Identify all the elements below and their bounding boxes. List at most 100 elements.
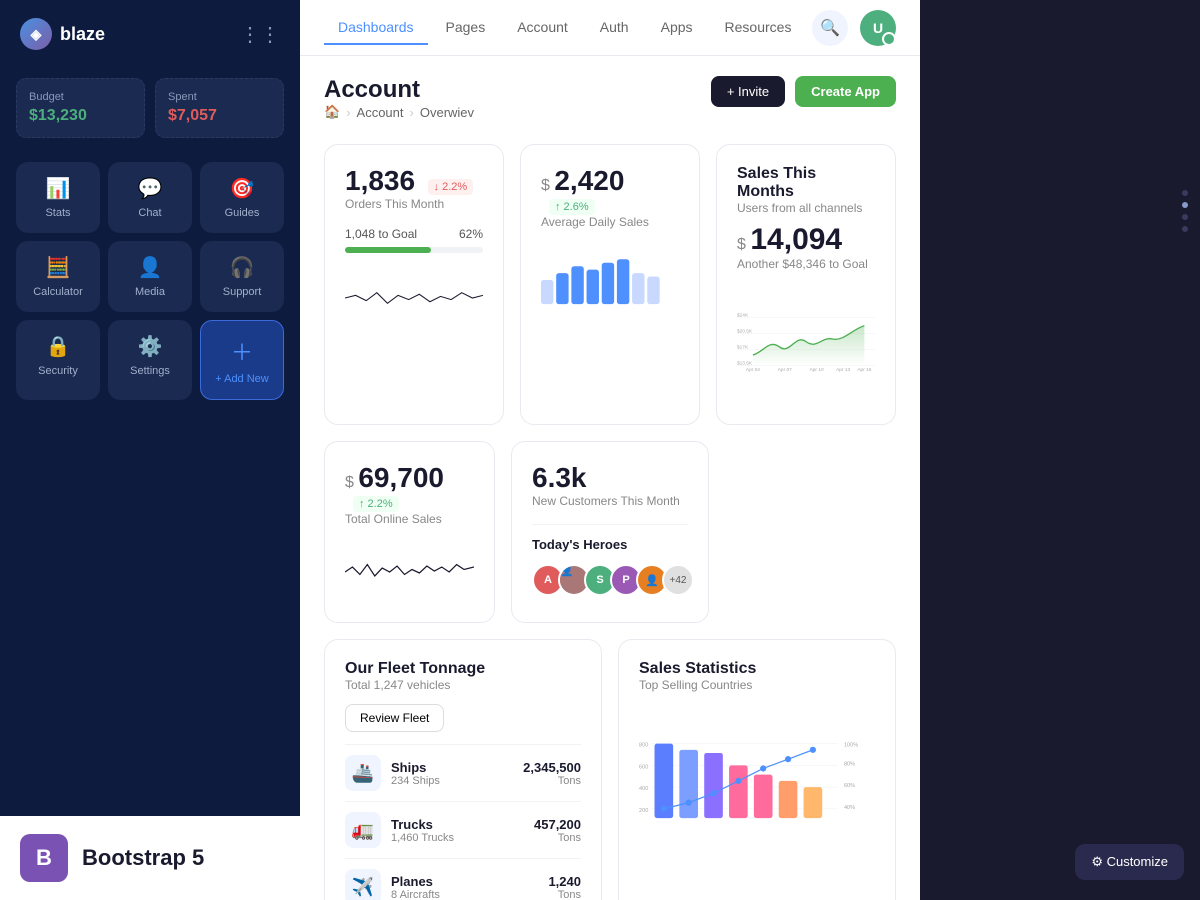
create-app-button[interactable]: Create App: [795, 76, 896, 107]
planes-icon: ✈️: [345, 869, 381, 900]
sales-prefix: $: [737, 236, 746, 253]
review-fleet-button[interactable]: Review Fleet: [345, 704, 444, 732]
trucks-info: Trucks 1,460 Trucks: [391, 817, 524, 844]
breadcrumb-account: Account: [357, 105, 404, 120]
tab-auth[interactable]: Auth: [586, 11, 643, 45]
fleet-row-planes: ✈️ Planes 8 Aircrafts 1,240 Tons: [345, 858, 581, 900]
trucks-icon: 🚛: [345, 812, 381, 848]
panel-curve: [920, 0, 1200, 900]
sidebar-item-settings[interactable]: ⚙️ Settings: [108, 320, 192, 400]
svg-text:100%: 100%: [844, 743, 858, 749]
ships-info: Ships 234 Ships: [391, 760, 513, 787]
sidebar-item-label: Guides: [225, 207, 260, 219]
avg-sales-card: $ 2,420 ↑ 2.6% Average Daily Sales: [520, 144, 700, 425]
orders-card: 1,836 ↓ 2.2% Orders This Month 1,048 to …: [324, 144, 504, 425]
planes-unit: Tons: [548, 889, 581, 900]
progress-label: 1,048 to Goal: [345, 227, 417, 241]
invite-button[interactable]: + Invite: [711, 76, 785, 107]
ships-unit: Tons: [523, 775, 581, 787]
sales-stats-chart: 800 600 400 200: [639, 704, 875, 869]
menu-icon[interactable]: ⋮⋮: [240, 22, 280, 47]
wavy-line-area: [345, 542, 474, 602]
breadcrumb-sep2: ›: [410, 105, 414, 120]
hero-count: +42: [662, 564, 694, 596]
sidebar-item-stats[interactable]: 📊 Stats: [16, 162, 100, 233]
svg-text:Apr 04: Apr 04: [746, 367, 760, 373]
budget-label: Budget: [29, 91, 132, 103]
right-panel: ⚙ Customize: [920, 0, 1200, 900]
progress-bar-bg: [345, 247, 483, 253]
sidebar-item-support[interactable]: 🎧 Support: [200, 241, 284, 312]
tab-account[interactable]: Account: [503, 11, 582, 45]
logo-text: blaze: [60, 24, 105, 45]
ships-icon: 🚢: [345, 755, 381, 791]
tab-dashboards[interactable]: Dashboards: [324, 11, 428, 45]
main-content: Dashboards Pages Account Auth Apps Resou…: [300, 0, 920, 900]
sidebar-item-label: + Add New: [215, 373, 269, 385]
media-icon: 👤: [138, 255, 163, 280]
total-sales-card: $ 69,700 ↑ 2.2% Total Online Sales: [324, 441, 495, 623]
total-sales-label: Total Online Sales: [345, 512, 474, 526]
sidebar-item-media[interactable]: 👤 Media: [108, 241, 192, 312]
avg-sales-value: 2,420: [554, 165, 624, 196]
stats-row-2: $ 69,700 ↑ 2.2% Total Online Sales 6.3k …: [324, 441, 896, 623]
top-nav: Dashboards Pages Account Auth Apps Resou…: [300, 0, 920, 56]
customers-value: 6.3k: [532, 462, 587, 493]
sidebar-item-calculator[interactable]: 🧮 Calculator: [16, 241, 100, 312]
sales-month-value-row: $ 14,094: [737, 223, 875, 257]
spent-card: Spent $7,057: [155, 78, 284, 138]
trucks-value-area: 457,200 Tons: [534, 817, 581, 844]
sidebar-item-add-new[interactable]: ＋ + Add New: [200, 320, 284, 400]
fleet-subtitle: Total 1,247 vehicles: [345, 678, 581, 692]
sales-month-subtitle: Users from all channels: [737, 201, 875, 215]
bar-chart-area: [541, 245, 679, 320]
home-icon: 🏠: [324, 104, 340, 120]
guides-icon: 🎯: [230, 176, 255, 201]
budget-cards: Budget $13,230 Spent $7,057: [0, 68, 300, 154]
heroes-title: Today's Heroes: [532, 537, 688, 552]
sidebar-item-label: Media: [135, 286, 165, 298]
svg-text:$17K: $17K: [737, 345, 749, 351]
sidebar-item-label: Settings: [130, 365, 170, 377]
hero-avatars: A 👤 S P 👤 +42: [532, 564, 688, 596]
planes-name: Planes: [391, 874, 538, 889]
sidebar-item-security[interactable]: 🔒 Security: [16, 320, 100, 400]
sidebar-item-chat[interactable]: 💬 Chat: [108, 162, 192, 233]
fleet-row-ships: 🚢 Ships 234 Ships 2,345,500 Tons: [345, 744, 581, 801]
customize-button[interactable]: ⚙ Customize: [1075, 844, 1184, 880]
search-button[interactable]: 🔍: [812, 10, 848, 46]
header-actions: + Invite Create App: [711, 76, 896, 107]
support-icon: 🎧: [230, 255, 255, 280]
progress-header: 1,048 to Goal 62%: [345, 227, 483, 241]
sales-month-title: Sales This Months: [737, 165, 875, 201]
nav-tabs: Dashboards Pages Account Auth Apps Resou…: [324, 11, 805, 45]
avg-sales-badge: ↑ 2.6%: [549, 199, 595, 215]
calculator-icon: 🧮: [46, 255, 71, 280]
tab-apps[interactable]: Apps: [647, 11, 707, 45]
tab-resources[interactable]: Resources: [711, 11, 806, 45]
budget-card: Budget $13,230: [16, 78, 145, 138]
spent-label: Spent: [168, 91, 271, 103]
total-sales-value: 69,700: [358, 462, 444, 493]
sidebar-item-guides[interactable]: 🎯 Guides: [200, 162, 284, 233]
fleet-sales-row: Our Fleet Tonnage Total 1,247 vehicles R…: [324, 639, 896, 900]
tab-pages[interactable]: Pages: [432, 11, 500, 45]
avatar[interactable]: U: [860, 10, 896, 46]
fleet-row-trucks: 🚛 Trucks 1,460 Trucks 457,200 Tons: [345, 801, 581, 858]
top-nav-right: 🔍 U: [812, 10, 896, 46]
line-chart-area: $24K $20.5K $17K $13.5K: [737, 279, 875, 404]
trucks-count: 1,460 Trucks: [391, 832, 524, 844]
panel-dot-3: [1182, 214, 1188, 220]
stats-icon: 📊: [46, 176, 71, 201]
sidebar-item-label: Stats: [45, 207, 70, 219]
nav-grid: 📊 Stats 💬 Chat 🎯 Guides 🧮 Calculator 👤 M…: [0, 162, 300, 400]
total-sales-prefix: $: [345, 474, 354, 491]
spacer-col: [725, 441, 896, 623]
sidebar-item-label: Security: [38, 365, 78, 377]
breadcrumb: 🏠 › Account › Overwiev: [324, 104, 474, 120]
content-area: Account 🏠 › Account › Overwiev + Invite …: [300, 56, 920, 900]
sparkline-area: [345, 273, 483, 323]
chat-icon: 💬: [138, 176, 163, 201]
sidebar: ◈ blaze ⋮⋮ Budget $13,230 Spent $7,057 📊…: [0, 0, 300, 900]
sidebar-header: ◈ blaze ⋮⋮: [0, 0, 300, 68]
